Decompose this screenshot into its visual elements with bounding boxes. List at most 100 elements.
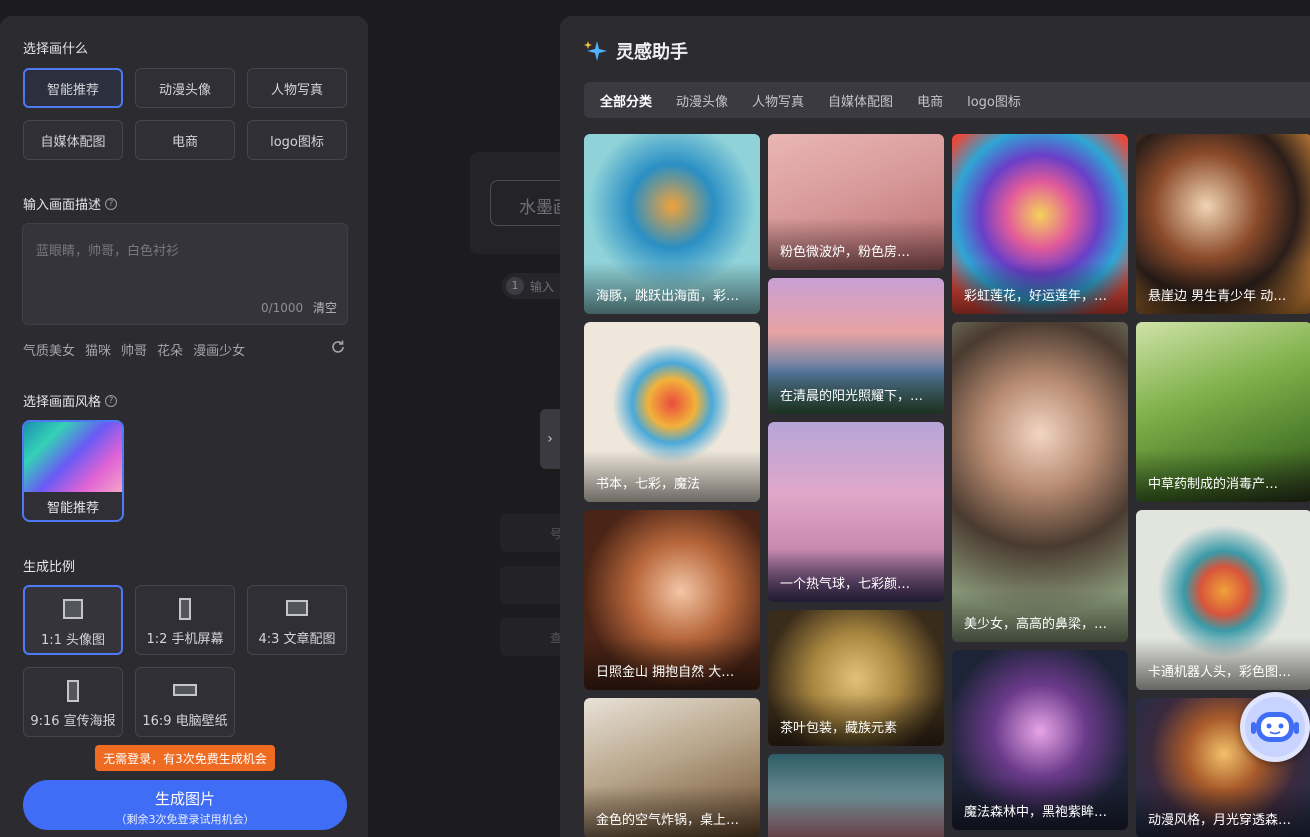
subject-option-media[interactable]: 自媒体配图: [23, 120, 123, 160]
inspiration-card[interactable]: 金色的空气炸锅，桌上…: [584, 698, 760, 837]
card-caption: 悬崖边 男生青少年 动…: [1148, 289, 1287, 304]
ai-assistant-button[interactable]: [1240, 692, 1310, 762]
tab-all[interactable]: 全部分类: [600, 91, 652, 110]
subject-option-smart[interactable]: 智能推荐: [23, 68, 123, 108]
section-style-label: 选择画面风格: [23, 395, 102, 410]
description-placeholder: 蓝眼睛，帅哥，白色衬衫: [36, 244, 180, 259]
inspiration-card[interactable]: 一个热气球，七彩颜…: [768, 422, 944, 602]
ratio-1-2[interactable]: 1:2 手机屏幕: [135, 585, 235, 655]
section-subject-title: 选择画什么: [23, 42, 89, 57]
quick-tag[interactable]: 猫咪: [85, 340, 111, 359]
tab-ecommerce[interactable]: 电商: [917, 91, 943, 110]
help-icon[interactable]: ?: [105, 394, 118, 407]
card-caption: 卡通机器人头，彩色图…: [1148, 665, 1292, 680]
section-ratio-title: 生成比例: [23, 560, 76, 575]
free-trial-tip: 无需登录，有3次免费生成机会: [95, 745, 275, 771]
inspiration-card[interactable]: [768, 754, 944, 837]
card-caption-area: 魔法森林中，黑袍紫眸…: [952, 778, 1128, 830]
subject-option-portrait[interactable]: 人物写真: [247, 68, 347, 108]
quick-tag[interactable]: 气质美女: [23, 340, 75, 359]
subject-option-ecommerce[interactable]: 电商: [135, 120, 235, 160]
inspiration-card[interactable]: 在清晨的阳光照耀下，…: [768, 278, 944, 414]
panel-title-text: 灵感助手: [616, 42, 688, 63]
description-input[interactable]: 蓝眼睛，帅哥，白色衬衫 0/1000 清空: [22, 223, 348, 325]
inspiration-card[interactable]: 粉色微波炉，粉色房…: [768, 134, 944, 270]
card-caption-area: 金色的空气炸锅，桌上…: [584, 786, 760, 837]
background-row: [500, 566, 562, 604]
description-counter: 0/1000 清空: [261, 299, 337, 316]
inspiration-card[interactable]: 魔法森林中，黑袍紫眸…: [952, 650, 1128, 830]
ratio-1-1[interactable]: 1:1 头像图: [23, 585, 123, 655]
inspiration-card[interactable]: 悬崖边 男生青少年 动…: [1136, 134, 1310, 314]
card-caption: 魔法森林中，黑袍紫眸…: [964, 805, 1108, 820]
quick-tag[interactable]: 漫画少女: [193, 340, 245, 359]
tab-anime-avatar[interactable]: 动漫头像: [676, 91, 728, 110]
panel-title: 灵感助手: [584, 38, 688, 64]
card-caption-area: 卡通机器人头，彩色图…: [1136, 638, 1310, 690]
subject-option-logo[interactable]: logo图标: [247, 120, 347, 160]
card-caption: 金色的空气炸锅，桌上…: [596, 813, 740, 828]
sparkle-icon: [584, 41, 607, 61]
style-label: 智能推荐: [46, 500, 99, 516]
section-desc-title: 输入画面描述 ?: [23, 194, 118, 213]
inspiration-card[interactable]: 茶叶包装，藏族元素: [768, 610, 944, 746]
card-caption: 茶叶包装，藏族元素: [780, 721, 898, 736]
ratio-label: 1:2 手机屏幕: [146, 632, 224, 647]
card-caption-area: 粉色微波炉，粉色房…: [768, 218, 944, 270]
section-style-title: 选择画面风格 ?: [23, 391, 118, 410]
quick-tags: 气质美女 猫咪 帅哥 花朵 漫画少女: [23, 340, 245, 359]
inspiration-card[interactable]: 中草药制成的消毒产…: [1136, 322, 1310, 502]
char-count: 0/1000: [260, 301, 304, 315]
card-caption-area: 动漫风格，月光穿透森…: [1136, 786, 1310, 837]
card-caption: 美少女，高高的鼻梁，…: [964, 617, 1108, 632]
ratio-label: 4:3 文章配图: [258, 632, 336, 647]
style-option-smart[interactable]: 智能推荐: [22, 420, 124, 522]
background-step: 1 输入: [502, 273, 560, 299]
card-caption-area: 日照金山 拥抱自然 大…: [584, 638, 760, 690]
card-caption-area: 茶叶包装，藏族元素: [768, 694, 944, 746]
card-caption-area: 在清晨的阳光照耀下，…: [768, 362, 944, 414]
landscape-ratio-icon: [286, 600, 308, 616]
card-caption-area: 海豚，跳跃出海面，彩…: [584, 262, 760, 314]
subject-option-anime-avatar[interactable]: 动漫头像: [135, 68, 235, 108]
card-caption-area: 美少女，高高的鼻梁，…: [952, 590, 1128, 642]
help-icon[interactable]: ?: [105, 197, 118, 210]
card-caption: 海豚，跳跃出海面，彩…: [596, 289, 740, 304]
tab-logo[interactable]: logo图标: [967, 91, 1021, 110]
inspiration-card[interactable]: 彩虹莲花，好运莲年，…: [952, 134, 1128, 314]
inspiration-card[interactable]: 卡通机器人头，彩色图…: [1136, 510, 1310, 690]
step-number: 1: [506, 277, 524, 295]
quick-tag[interactable]: 帅哥: [121, 340, 147, 359]
ratio-4-3[interactable]: 4:3 文章配图: [247, 585, 347, 655]
inspiration-card[interactable]: 日照金山 拥抱自然 大…: [584, 510, 760, 690]
generate-label: 生成图片: [154, 790, 215, 808]
card-caption-area: 一个热气球，七彩颜…: [768, 550, 944, 602]
tab-media[interactable]: 自媒体配图: [828, 91, 893, 110]
card-caption-area: [768, 792, 944, 837]
category-tabs: 全部分类 动漫头像 人物写真 自媒体配图 电商 logo图标: [584, 82, 1310, 118]
generate-button[interactable]: 生成图片 （剩余3次免登录试用机会）: [23, 780, 347, 830]
style-thumbnail: [24, 422, 122, 492]
ratio-label: 1:1 头像图: [40, 633, 106, 648]
quick-tag[interactable]: 花朵: [157, 340, 183, 359]
card-caption: 粉色微波炉，粉色房…: [780, 245, 911, 260]
square-ratio-icon: [63, 599, 83, 619]
inspiration-card[interactable]: 美少女，高高的鼻梁，…: [952, 322, 1128, 642]
tab-portrait[interactable]: 人物写真: [752, 91, 804, 110]
background-row: 查: [500, 618, 562, 656]
chevron-right-icon[interactable]: ›: [540, 409, 560, 469]
card-caption-area: 中草药制成的消毒产…: [1136, 450, 1310, 502]
inspiration-card[interactable]: 海豚，跳跃出海面，彩…: [584, 134, 760, 314]
ratio-label: 16:9 电脑壁纸: [142, 714, 228, 729]
assistant-robot-icon: [1245, 697, 1305, 757]
refresh-icon[interactable]: [330, 339, 346, 355]
wide-ratio-icon: [173, 684, 197, 696]
ratio-9-16[interactable]: 9:16 宣传海报: [23, 667, 123, 737]
clear-button[interactable]: 清空: [313, 301, 337, 315]
background-style-button: 水墨画: [490, 180, 570, 226]
card-caption-area: 悬崖边 男生青少年 动…: [1136, 262, 1310, 314]
inspiration-card[interactable]: 书本，七彩，魔法: [584, 322, 760, 502]
ratio-label: 9:16 宣传海报: [30, 714, 116, 729]
card-caption: 在清晨的阳光照耀下，…: [780, 389, 924, 404]
ratio-16-9[interactable]: 16:9 电脑壁纸: [135, 667, 235, 737]
